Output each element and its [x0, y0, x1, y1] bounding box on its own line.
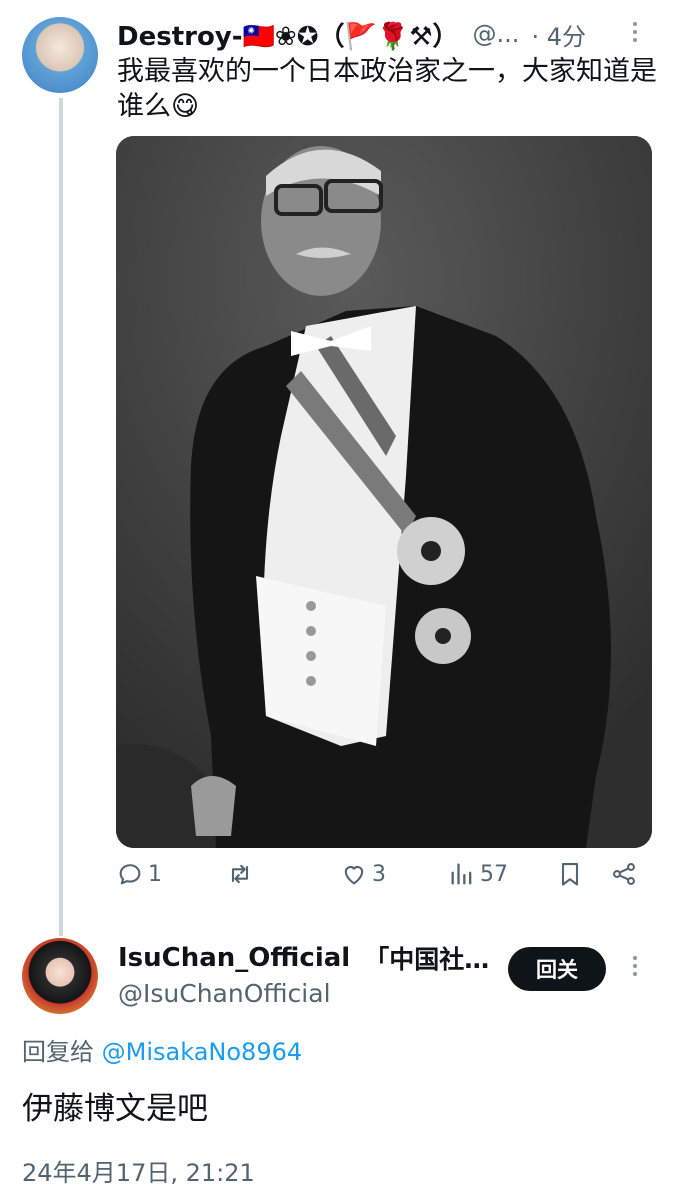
reply-count: 1	[148, 861, 162, 887]
like-icon	[344, 866, 364, 885]
bookmark-button[interactable]	[556, 860, 584, 888]
tweet-photo[interactable]	[116, 136, 652, 848]
handle[interactable]: @IsuChanOfficial	[118, 976, 331, 1010]
reply-icon	[119, 864, 141, 885]
views-count: 57	[480, 861, 508, 887]
more-icon[interactable]	[630, 956, 640, 976]
thread-line	[59, 98, 63, 936]
bookmark-icon	[561, 863, 579, 886]
avatar[interactable]	[22, 17, 98, 93]
reply-to-prefix: 回复给	[22, 1038, 94, 1066]
views-button[interactable]: 57	[448, 860, 508, 888]
tweet-text: 我最喜欢的一个日本政治家之一，大家知道是谁么😋	[117, 56, 657, 122]
avatar[interactable]	[22, 938, 98, 1014]
retweet-button[interactable]	[226, 860, 258, 888]
handle[interactable]: @...	[473, 20, 520, 48]
reply-to-line: 回复给 @MisakaNo8964	[22, 1032, 302, 1067]
follow-back-button[interactable]: 回关	[508, 947, 606, 991]
share-button[interactable]	[610, 860, 638, 888]
tweet-time[interactable]: · 4分	[531, 17, 586, 52]
share-icon	[613, 863, 635, 885]
tweet-actions: 1 3 57	[116, 860, 646, 906]
retweet-icon	[231, 864, 249, 884]
tweet-header: Destroy-🇹🇼❀✪（🚩🌹⚒） @... · 4分	[117, 16, 586, 52]
more-icon[interactable]	[630, 22, 640, 42]
reply-mention-link[interactable]: @MisakaNo8964	[102, 1038, 302, 1066]
reply-header: IsuChan_Official 「中国社…	[118, 940, 489, 976]
display-name[interactable]: IsuChan_Official	[118, 943, 350, 973]
display-name[interactable]: Destroy-🇹🇼❀✪（🚩🌹⚒）	[117, 16, 459, 53]
like-button[interactable]: 3	[340, 860, 386, 888]
portrait-photo	[116, 136, 652, 848]
display-name-suffix[interactable]: 「中国社…	[364, 940, 489, 976]
timestamp[interactable]: 24年4月17日, 21:21	[22, 1153, 255, 1188]
reply-button[interactable]: 1	[116, 860, 162, 888]
views-icon	[451, 863, 472, 885]
like-count: 3	[372, 861, 386, 887]
reply-text: 伊藤博文是吧	[22, 1091, 208, 1127]
